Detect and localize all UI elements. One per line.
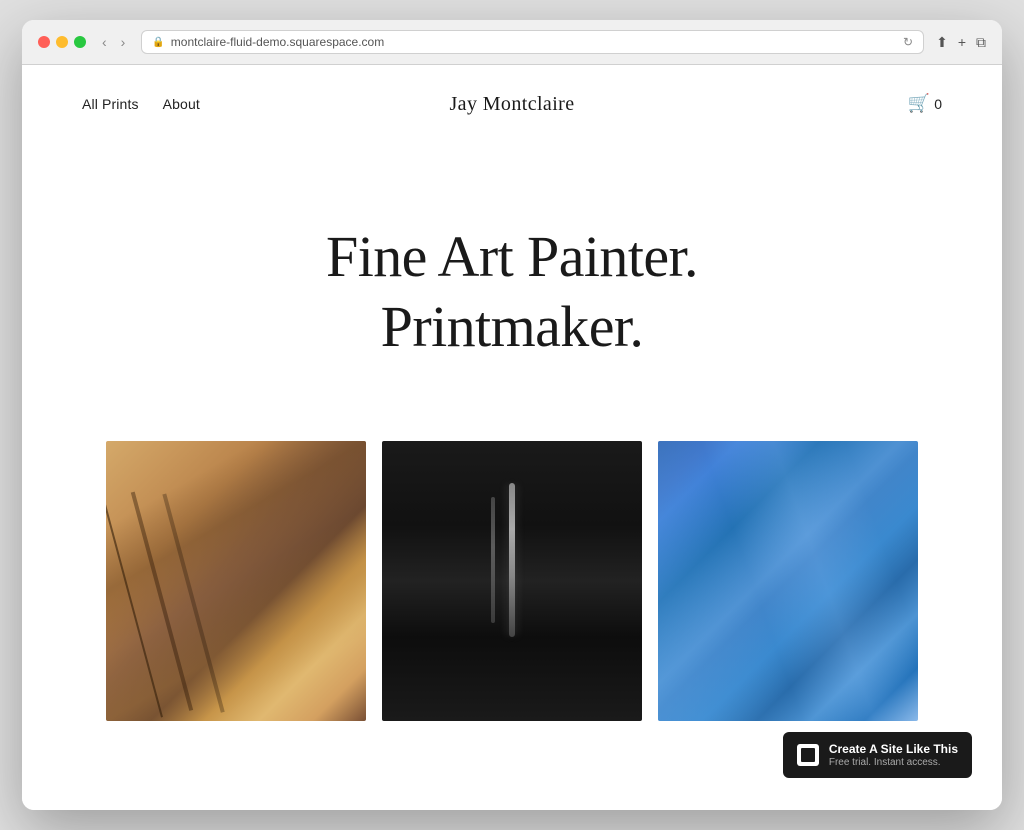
minimize-button[interactable] [56,36,68,48]
badge-text: Create A Site Like This Free trial. Inst… [829,742,958,768]
squarespace-logo-inner [801,748,815,762]
nav-left: All Prints About [82,96,200,112]
close-button[interactable] [38,36,50,48]
nav-link-about[interactable]: About [163,96,200,112]
forward-button[interactable]: › [117,32,130,52]
site-title: Jay Montclaire [449,93,574,116]
gallery-item-1[interactable] [106,441,366,721]
gallery-item-2[interactable] [382,441,642,721]
website-content: All Prints About Jay Montclaire 🛒 0 Fine… [22,65,1002,810]
badge-sub-text: Free trial. Instant access. [829,757,958,768]
nav-link-all-prints[interactable]: All Prints [82,96,139,112]
squarespace-logo [797,744,819,766]
gallery-section [22,421,1002,741]
back-button[interactable]: ‹ [98,32,111,52]
lock-icon: 🔒 [152,37,164,48]
badge-main-text: Create A Site Like This [829,742,958,756]
nav-right: 🛒 0 [908,93,942,114]
gallery-item-3[interactable] [658,441,918,721]
browser-window: ‹ › 🔒 montclaire-fluid-demo.squarespace.… [22,20,1002,810]
traffic-lights [38,36,86,48]
browser-nav: ‹ › [98,32,129,52]
squarespace-badge[interactable]: Create A Site Like This Free trial. Inst… [783,732,972,778]
hero-section: Fine Art Painter. Printmaker. [22,142,1002,421]
refresh-icon: ↻ [903,35,913,49]
tabs-button[interactable]: ⧉ [976,34,986,51]
hero-line1: Fine Art Painter. [326,224,698,289]
share-button[interactable]: ⬆ [936,34,948,51]
cart-icon[interactable]: 🛒 [908,93,930,114]
url-text: montclaire-fluid-demo.squarespace.com [171,35,384,49]
hero-title: Fine Art Painter. Printmaker. [82,222,942,361]
address-bar[interactable]: 🔒 montclaire-fluid-demo.squarespace.com … [141,30,924,54]
site-nav: All Prints About Jay Montclaire 🛒 0 [22,65,1002,142]
browser-actions: ⬆ + ⧉ [936,34,986,51]
hero-line2: Printmaker. [381,294,644,359]
maximize-button[interactable] [74,36,86,48]
browser-chrome: ‹ › 🔒 montclaire-fluid-demo.squarespace.… [22,20,1002,65]
new-tab-button[interactable]: + [958,34,966,51]
cart-count: 0 [934,96,942,112]
